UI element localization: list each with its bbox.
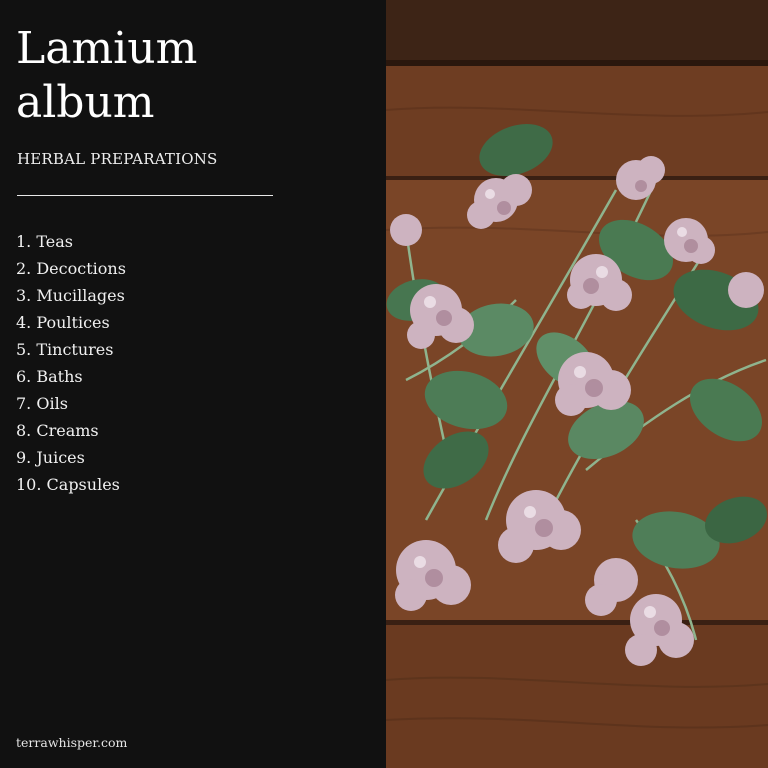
list-item: 8. Creams: [16, 421, 99, 440]
preparations-list: 1. Teas 2. Decoctions 3. Mucillages 4. P…: [16, 228, 126, 498]
text-panel: Lamium album HERBAL PREPARATIONS 1. Teas…: [0, 0, 386, 768]
list-item: 2. Decoctions: [16, 259, 126, 278]
section-subtitle: HERBAL PREPARATIONS: [17, 150, 218, 168]
website-link[interactable]: terrawhisper.com: [16, 735, 127, 750]
plant-photo: [386, 0, 768, 768]
list-item: 3. Mucillages: [16, 286, 125, 305]
plant-illustration: [386, 0, 768, 768]
list-item: 7. Oils: [16, 394, 68, 413]
list-item: 1. Teas: [16, 232, 73, 251]
list-item: 5. Tinctures: [16, 340, 114, 359]
list-item: 9. Juices: [16, 448, 85, 467]
divider: [17, 195, 273, 196]
list-item: 10. Capsules: [16, 475, 120, 494]
plant-title: Lamium album: [16, 23, 198, 128]
list-item: 6. Baths: [16, 367, 83, 386]
poster: Lamium album HERBAL PREPARATIONS 1. Teas…: [0, 0, 768, 768]
list-item: 4. Poultices: [16, 313, 110, 332]
